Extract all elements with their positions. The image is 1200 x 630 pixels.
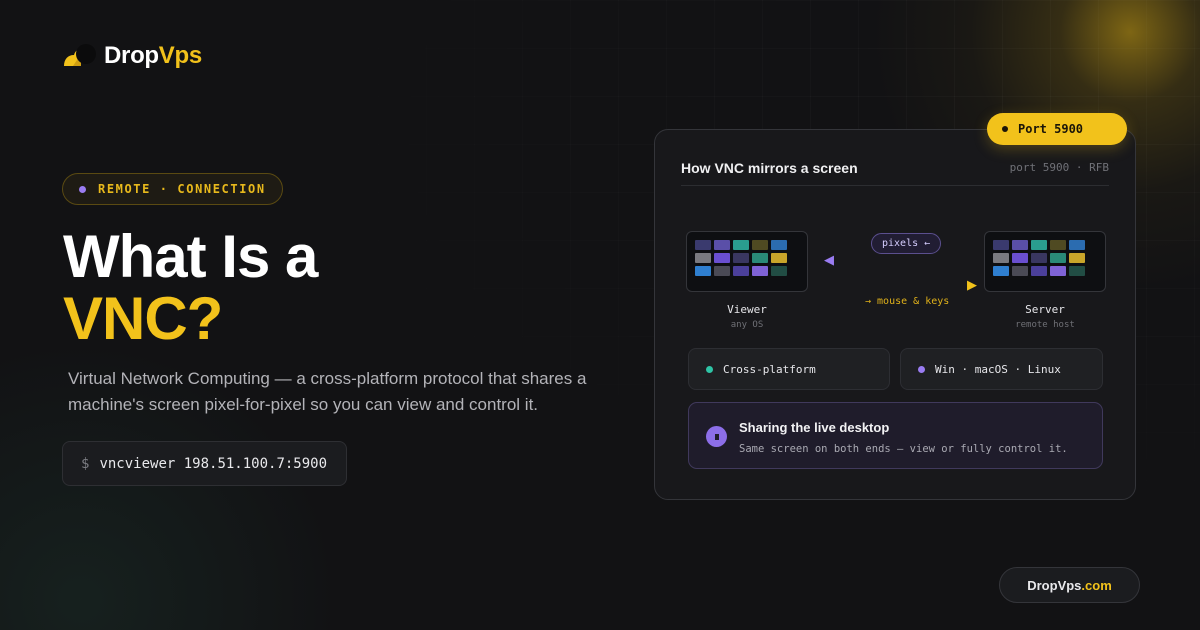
screen-tile [993,240,1009,250]
screen-tile [1012,266,1028,276]
server-screen-tiles [993,240,1105,276]
title-line-2: VNC? [63,285,223,352]
command-snippet[interactable]: $ vncviewer 198.51.100.7:5900 [62,441,347,486]
card-meta: port 5900 · RFB [1009,161,1109,174]
screen-tile [1031,253,1047,263]
arrow-left-icon: ◀ [824,252,834,267]
screen-tile [695,266,711,276]
card-title: How VNC mirrors a screen [681,160,858,176]
screen-tile [771,240,787,250]
monitor-icon [706,426,727,447]
dropvps-logo-icon [62,42,98,70]
page-title: What Is a VNC? [63,223,318,352]
category-label: REMOTE · CONNECTION [98,182,266,196]
screen-tile [1069,253,1085,263]
screen-tile [752,266,768,276]
feature-os-support: Win · macOS · Linux [900,348,1103,390]
screen-tile [1069,266,1085,276]
brand-name-main: Drop [104,42,159,69]
screen-tile [752,253,768,263]
site-tld: .com [1081,577,1112,593]
screen-tile [714,240,730,250]
screen-tile [733,240,749,250]
mouse-keys-label: → mouse & keys [865,296,950,307]
screen-tile [1031,240,1047,250]
feature-label: Cross-platform [723,362,816,376]
brand-logo[interactable]: DropVps [62,42,202,70]
screen-tile [733,253,749,263]
pill-dot [79,185,86,193]
server-sublabel: remote host [1015,320,1075,330]
feature-dot-teal [706,365,713,373]
sharing-title: Sharing the live desktop [739,420,890,435]
badge-dot [1002,126,1008,132]
command-text: vncviewer 198.51.100.7:5900 [99,455,328,472]
viewer-screen-tiles [695,240,807,276]
screen-tile [1050,266,1066,276]
screen-tile [695,240,711,250]
viewer-label: Viewer [727,303,767,316]
vnc-diagram-card: How VNC mirrors a screen port 5900 · RFB… [654,129,1136,500]
viewer-sublabel: any OS [730,320,764,330]
screen-tile [771,266,787,276]
arrow-right-icon: ▶ [967,277,977,292]
screen-tile [714,266,730,276]
viewer-screen [686,231,808,292]
page-subtitle: Virtual Network Computing — a cross-plat… [68,369,587,414]
screen-tile [695,253,711,263]
brand-name: DropVps [104,42,202,70]
sharing-subtitle: Same screen on both ends — view or fully… [739,443,1068,455]
port-badge: Port 5900 [987,113,1127,145]
feature-dot-purple [918,365,925,373]
site-link[interactable]: DropVps .com [999,567,1140,603]
screen-tile [1050,253,1066,263]
feature-cross-platform: Cross-platform [688,348,890,390]
server-label: Server [1025,303,1065,316]
screen-tile [733,266,749,276]
command-prompt: $ [81,455,90,472]
title-line-1: What Is a [63,223,318,290]
screen-tile [1050,240,1066,250]
server-screen [984,231,1106,292]
screen-tile [1012,240,1028,250]
screen-tile [714,253,730,263]
sharing-callout: Sharing the live desktop Same screen on … [688,402,1103,469]
pixels-tag: pixels ← [871,233,942,254]
feature-label: Win · macOS · Linux [935,362,1061,376]
screen-tile [993,266,1009,276]
screen-tile [771,253,787,263]
screen-tile [1012,253,1028,263]
card-divider [681,185,1109,186]
screen-tile [752,240,768,250]
port-badge-label: Port 5900 [1018,122,1084,136]
category-pill: REMOTE · CONNECTION [62,173,283,205]
screen-tile [1069,240,1085,250]
screen-tile [1031,266,1047,276]
brand-name-accent: Vps [158,42,202,69]
screen-tile [993,253,1009,263]
site-name: DropVps [1027,577,1082,593]
